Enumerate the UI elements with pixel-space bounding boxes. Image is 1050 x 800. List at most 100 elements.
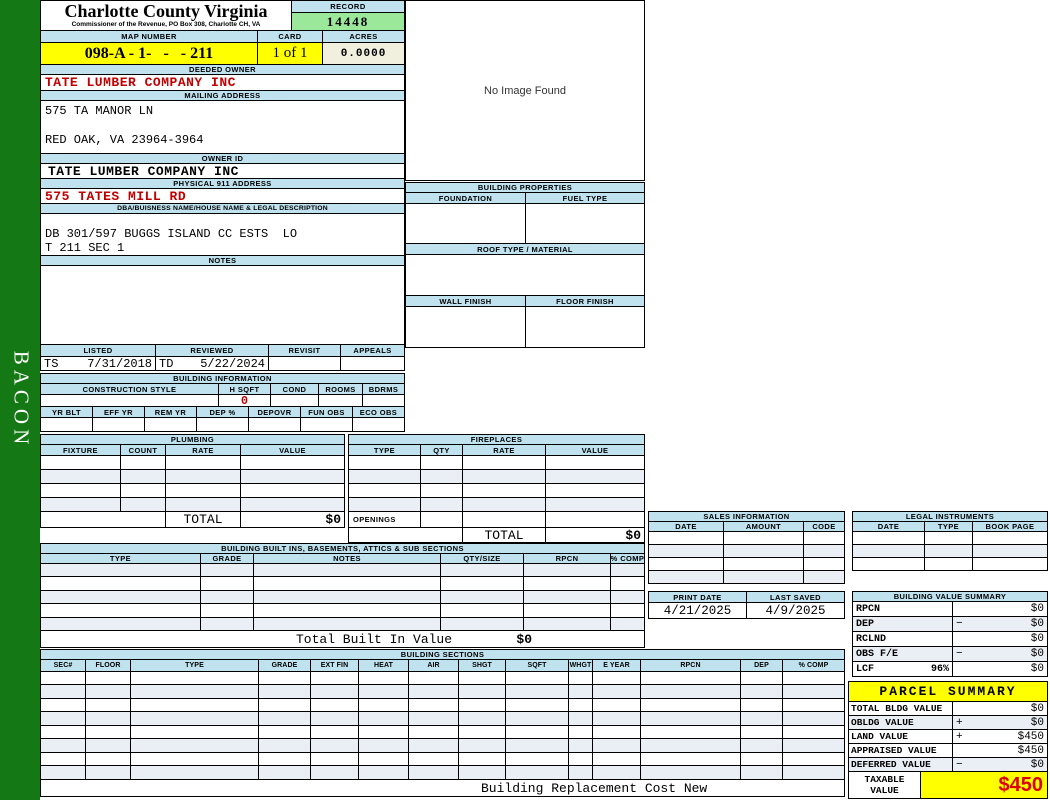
empty-cell [641,699,741,712]
fireplaces-total-label: TOTAL [463,528,546,543]
bvs-value: $0 [1030,633,1044,645]
empty-cell [973,545,1048,558]
fireplaces-panel: FIREPLACES TYPE QTY RATE VALUE OPENINGS … [348,434,645,543]
empty-cell [641,685,741,699]
empty-cell [409,726,459,739]
empty-cell [41,577,201,591]
empty-cell [463,456,546,470]
empty-cell [359,753,409,766]
empty-cell [166,456,241,470]
empty-cell [526,204,645,244]
empty-cell [506,739,569,753]
table-row [349,456,645,470]
bvs-row-value: $0 [953,602,1048,617]
fp-rate-label: RATE [463,445,546,456]
empty-cell [259,766,311,780]
plumbing-title: PLUMBING [41,435,345,445]
plumbing-panel: PLUMBING FIXTURE COUNT RATE VALUE TOTAL … [40,434,345,528]
sales-information-title: SALES INFORMATION [649,512,845,522]
empty-cell [41,766,86,780]
empty-cell [254,604,441,618]
empty-cell [259,672,311,685]
empty-cell [41,618,201,631]
table-row: DATE AMOUNT CODE [649,522,845,532]
building-sections-footer-row: Building Replacement Cost New [41,780,845,797]
built-ins-total-row: Total Built In Value $0 [41,631,645,648]
empty-cell [41,672,86,685]
empty-cell [349,484,421,498]
building-value-summary-title: BUILDING VALUE SUMMARY [853,592,1048,602]
empty-cell [131,672,259,685]
empty-cell [259,753,311,766]
foundation-label: FOUNDATION [406,193,526,204]
record-label: RECORD [292,1,404,13]
empty-cell [259,699,311,712]
mailing-address-label: MAILING ADDRESS [41,91,405,101]
empty-cell [925,545,973,558]
empty-cell [41,395,219,407]
empty-cell [197,418,249,432]
plumbing-total-row: TOTAL $0 [41,512,345,528]
built-ins-title: BUILDING BUILT INS, BASEMENTS, ATTICS & … [41,544,645,554]
empty-cell [441,564,524,577]
empty-cell [121,456,166,470]
empty-cell [41,418,93,432]
empty-cell [421,484,463,498]
table-row: OBLDG VALUE + $0 [849,716,1048,730]
empty-cell [724,571,804,584]
table-row: CONSTRUCTION STYLE H SQFT COND ROOMS BDR… [41,384,405,395]
empty-cell [546,484,645,498]
empty-cell [593,699,641,712]
empty-cell [359,685,409,699]
empty-cell [349,498,421,512]
empty-cell [41,484,121,498]
table-row [853,558,1048,571]
empty-cell [409,699,459,712]
plumbing-total-value: $0 [241,512,345,528]
map-number-label: MAP NUMBER [41,31,258,43]
map-number-value: 098-A - 1- - - 211 [41,43,258,65]
bs-grade-label: GRADE [259,660,311,672]
empty-cell [41,456,121,470]
empty-cell [406,307,526,348]
table-row: WALL FINISH FLOOR FINISH [406,296,645,307]
ps-value-cell: − $0 [953,758,1048,772]
bi-qtysize-label: QTY/SIZE [441,554,524,564]
fp-qty-label: QTY [421,445,463,456]
table-row [41,564,645,577]
empty-cell [925,558,973,571]
bvs-row-value: − $0 [953,647,1048,662]
empty-cell [506,766,569,780]
bvs-pct: 96% [930,663,949,675]
bvs-row-label: OBS F/E [853,647,953,662]
empty-cell [593,726,641,739]
empty-cell [783,672,845,685]
empty-cell [641,739,741,753]
mailing-line1: 575 TA MANOR LN [45,104,154,118]
empty-cell [649,545,724,558]
table-row [41,753,845,766]
table-row [41,672,845,685]
empty-cell [86,766,131,780]
legal-line2: T 211 SEC 1 [45,241,125,255]
bi-rpcn-label: RPCN [524,554,611,564]
taxable-value-label: TAXABLE VALUE [849,772,921,799]
district-watermark: BACON [9,350,34,450]
table-row [649,571,845,584]
building-value-summary-panel: BUILDING VALUE SUMMARY RPCN $0 DEP − $0 R… [852,591,1048,677]
rate-label: RATE [166,445,241,456]
ps-op: + [956,716,963,729]
bvs-label: RCLND [856,633,887,645]
empty-cell [86,685,131,699]
bs-heat-label: HEAT [359,660,409,672]
building-information-panel: BUILDING INFORMATION CONSTRUCTION STYLE … [40,373,405,432]
fixture-label: FIXTURE [41,445,121,456]
empty-cell [271,395,319,407]
record-value: 14448 [292,13,404,30]
page-title: Charlotte County Virginia [64,1,268,21]
floor-finish-label: FLOOR FINISH [526,296,645,307]
empty-cell [459,672,506,685]
empty-cell [459,739,506,753]
bdrms-label: BDRMS [363,384,405,395]
deeded-owner-value: TATE LUMBER COMPANY INC [41,75,405,91]
